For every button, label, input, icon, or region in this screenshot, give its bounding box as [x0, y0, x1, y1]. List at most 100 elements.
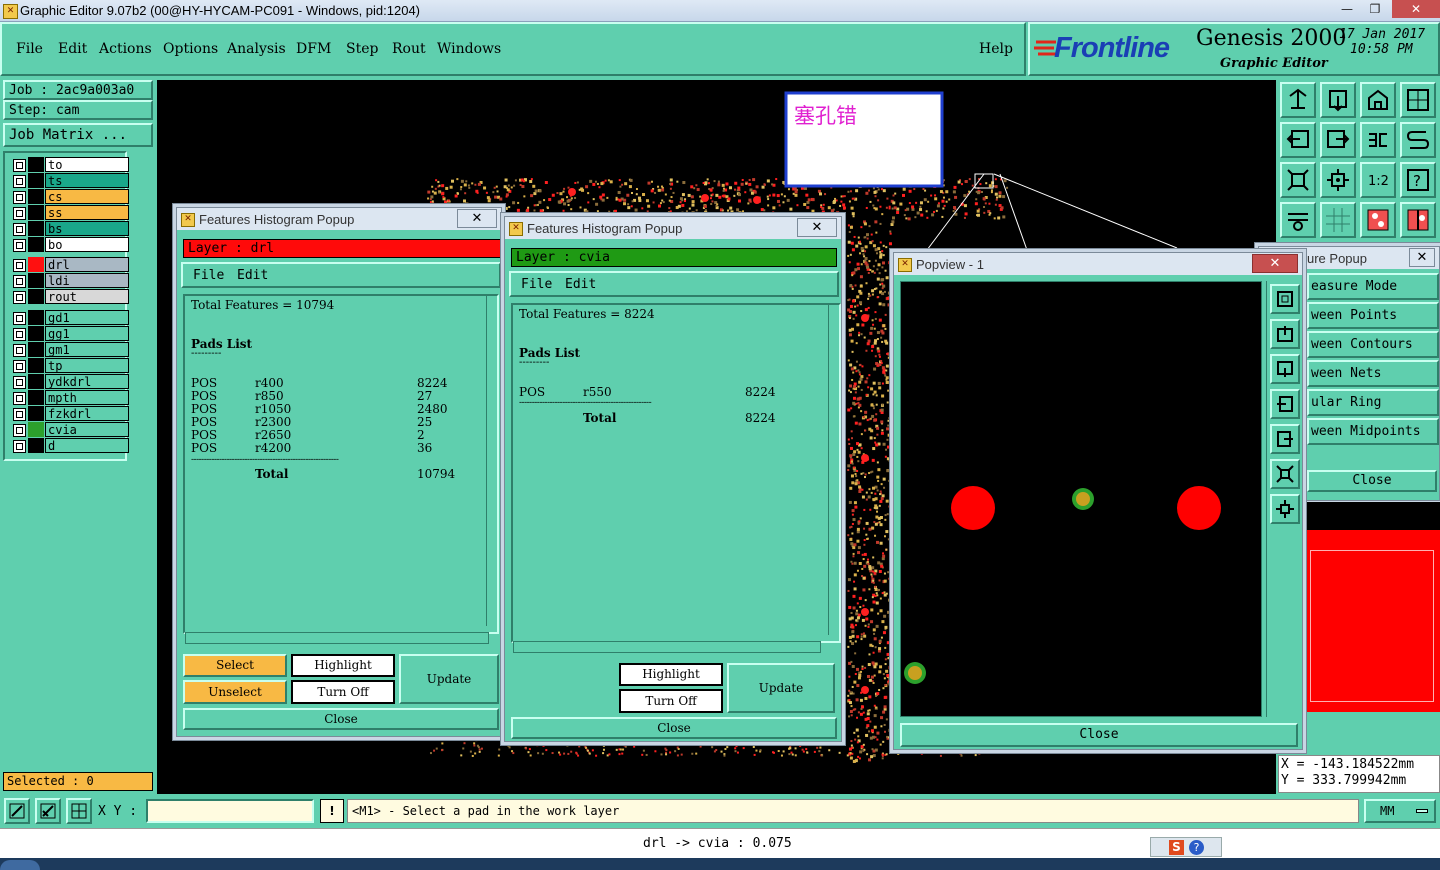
layer-row-mpth[interactable]: mpth: [11, 390, 129, 405]
layer-compare-icon[interactable]: [1400, 202, 1436, 238]
layer-checkbox[interactable]: [13, 392, 26, 405]
layer-name[interactable]: tp: [45, 358, 129, 373]
pan-right-icon[interactable]: [1320, 122, 1356, 158]
layer-color-icon[interactable]: [1360, 202, 1396, 238]
histogram-drl-close-button[interactable]: Close: [183, 708, 499, 730]
popview-pan-down-icon[interactable]: [1270, 354, 1300, 384]
layer-checkbox[interactable]: [13, 376, 26, 389]
layer-checkbox[interactable]: [13, 312, 26, 325]
ime-s-icon[interactable]: S: [1169, 840, 1184, 855]
layer-checkbox[interactable]: [13, 275, 26, 288]
home-icon[interactable]: [1360, 82, 1396, 118]
menu-dfm[interactable]: DFM: [296, 41, 331, 57]
layer-row-gg1[interactable]: gg1: [11, 326, 129, 341]
histogram-drl-turnoff-button[interactable]: Turn Off: [291, 680, 395, 704]
maximize-button[interactable]: ❐: [1362, 0, 1388, 18]
unselect-button[interactable]: Unselect: [183, 680, 287, 704]
histogram-drl-text[interactable]: Total Features = 10794 Pads List -------…: [183, 294, 499, 634]
pan-left-icon[interactable]: [1280, 122, 1316, 158]
layer-name[interactable]: cs: [45, 189, 129, 204]
menu-edit[interactable]: Edit: [58, 41, 87, 57]
menu-step[interactable]: Step: [346, 41, 378, 57]
layer-name[interactable]: bo: [45, 237, 129, 252]
layer-checkbox[interactable]: [13, 424, 26, 437]
layer-name[interactable]: mpth: [45, 390, 129, 405]
layer-checkbox[interactable]: [13, 259, 26, 272]
histogram-cvia-menu-file[interactable]: File: [521, 277, 552, 292]
layer-row-bs[interactable]: bs: [11, 221, 129, 236]
measure-close-button[interactable]: Close: [1307, 470, 1437, 492]
layer-name[interactable]: bs: [45, 221, 129, 236]
layer-name[interactable]: ldi: [45, 273, 129, 288]
measure-popup-close-icon[interactable]: ✕: [1409, 248, 1435, 267]
measure-mode-option[interactable]: ween Contours: [1307, 331, 1439, 358]
layer-checkbox[interactable]: [13, 344, 26, 357]
measure-mode-option[interactable]: ween Midpoints: [1307, 418, 1439, 445]
layer-checkbox[interactable]: [13, 328, 26, 341]
measure-mode-option[interactable]: ween Nets: [1307, 360, 1439, 387]
histogram-cvia-close-button[interactable]: Close: [511, 717, 837, 739]
menu-rout[interactable]: Rout: [392, 41, 426, 57]
help-icon[interactable]: ?: [1400, 162, 1436, 198]
layer-name[interactable]: cvia: [45, 422, 129, 437]
layer-row-cvia[interactable]: cvia: [11, 422, 129, 437]
layer-row-d[interactable]: d: [11, 438, 129, 453]
measure-mode-option[interactable]: easure Mode: [1307, 273, 1439, 300]
layer-row-rout[interactable]: rout: [11, 289, 129, 304]
minimize-button[interactable]: —: [1334, 0, 1360, 18]
histogram-cvia-text[interactable]: Total Features = 8224 Pads List --------…: [511, 303, 841, 643]
histogram-cvia-update-button[interactable]: Update: [727, 663, 835, 713]
measure-mode-option[interactable]: ween Points: [1307, 302, 1439, 329]
layer-row-fzkdrl[interactable]: fzkdrl: [11, 406, 129, 421]
layer-name[interactable]: ts: [45, 173, 129, 188]
histogram-drl-highlight-button[interactable]: Highlight: [291, 654, 395, 677]
menu-actions[interactable]: Actions: [99, 41, 152, 57]
histogram-drl-close-icon[interactable]: ✕: [457, 209, 497, 228]
histogram-cvia-hscroll[interactable]: [513, 641, 821, 653]
zoom-out-icon[interactable]: [1320, 82, 1356, 118]
mirror-icon[interactable]: [1360, 122, 1396, 158]
layer-name[interactable]: to: [45, 157, 129, 172]
close-window-button[interactable]: ✕: [1392, 0, 1440, 18]
histogram-drl-hscroll[interactable]: [185, 632, 489, 644]
warning-icon[interactable]: !: [320, 799, 344, 823]
layer-checkbox[interactable]: [13, 291, 26, 304]
popview-center-icon[interactable]: [1270, 494, 1300, 524]
histogram-cvia-highlight-button[interactable]: Highlight: [619, 663, 723, 686]
menu-file[interactable]: File: [16, 41, 43, 57]
layer-checkbox[interactable]: [13, 408, 26, 421]
layer-row-to[interactable]: to: [11, 157, 129, 172]
layer-name[interactable]: fzkdrl: [45, 406, 129, 421]
zoom-center-icon[interactable]: [1320, 162, 1356, 198]
layer-checkbox[interactable]: [13, 191, 26, 204]
layer-row-cs[interactable]: cs: [11, 189, 129, 204]
window-split-icon[interactable]: [1400, 82, 1436, 118]
zoom-home-icon[interactable]: [1280, 82, 1316, 118]
popview-pan-right-icon[interactable]: [1270, 424, 1300, 454]
grid-snap-icon[interactable]: [66, 798, 92, 824]
histogram-cvia-close-icon[interactable]: ✕: [797, 218, 837, 237]
histogram-drl-vscroll[interactable]: [486, 296, 497, 626]
menu-options[interactable]: Options: [163, 41, 218, 57]
popview-fit-icon[interactable]: [1270, 459, 1300, 489]
menu-help[interactable]: Help: [979, 41, 1013, 57]
ime-help-icon[interactable]: ?: [1189, 840, 1204, 855]
layer-name[interactable]: rout: [45, 289, 129, 304]
measure-tool-icon[interactable]: [35, 798, 61, 824]
layer-checkbox[interactable]: [13, 159, 26, 172]
histogram-cvia-menu-edit[interactable]: Edit: [565, 277, 596, 292]
layer-row-bo[interactable]: bo: [11, 237, 129, 252]
popview-zoom-icon[interactable]: [1270, 284, 1300, 314]
histogram-drl-menu-file[interactable]: File: [193, 268, 224, 283]
histogram-cvia-turnoff-button[interactable]: Turn Off: [619, 689, 723, 713]
popview-canvas[interactable]: [900, 281, 1262, 717]
layer-name[interactable]: ydkdrl: [45, 374, 129, 389]
grid-icon[interactable]: [1320, 202, 1356, 238]
layer-checkbox[interactable]: [13, 175, 26, 188]
layer-checkbox[interactable]: [13, 239, 26, 252]
fit-all-icon[interactable]: [1280, 162, 1316, 198]
layer-name[interactable]: drl: [45, 257, 129, 272]
draw-line-icon[interactable]: [4, 798, 30, 824]
popview-pan-left-icon[interactable]: [1270, 389, 1300, 419]
layer-row-ldi[interactable]: ldi: [11, 273, 129, 288]
